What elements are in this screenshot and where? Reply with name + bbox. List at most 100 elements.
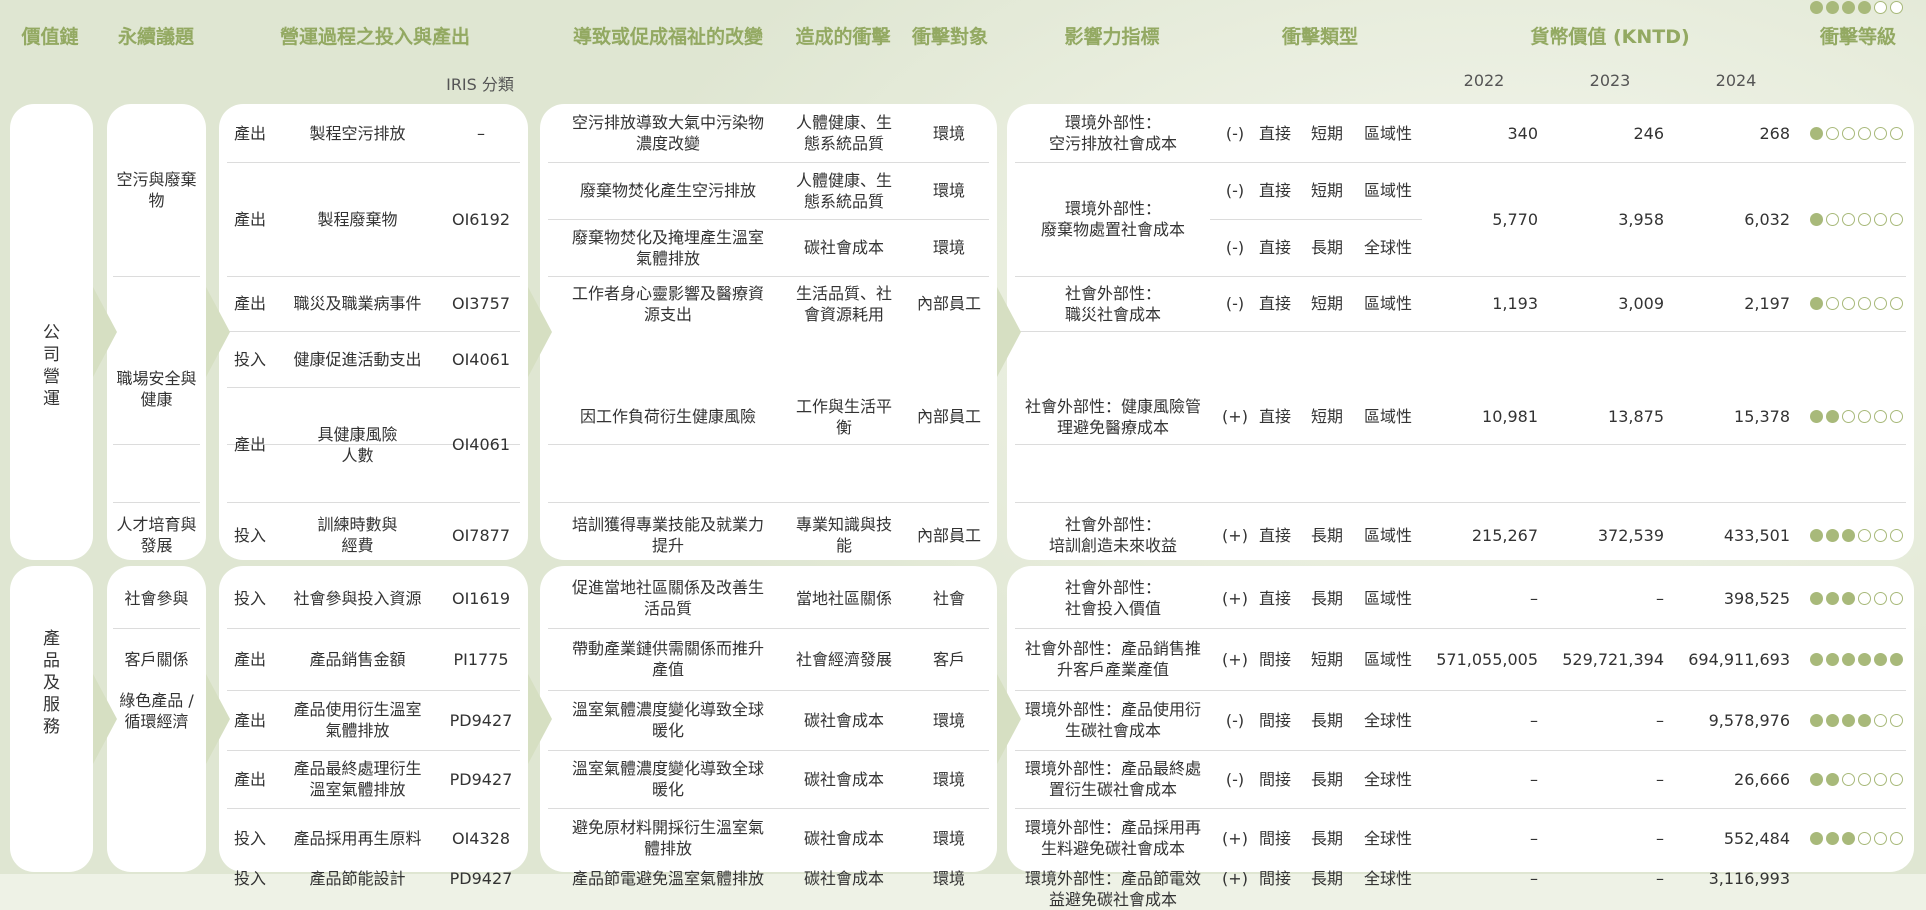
grade-dot-empty [1890, 713, 1903, 727]
impact-target: 內部員工 [916, 525, 981, 545]
impact-description: 專業知識與技 能 [795, 515, 892, 555]
grade-dot-filled [1826, 528, 1839, 542]
header-input-output: 營運過程之投入與產出 [279, 26, 470, 48]
impact-term: 長期 [1310, 769, 1343, 789]
value-2023: 372,539 [1597, 525, 1664, 545]
iris-code: OI4328 [451, 828, 511, 848]
grade-dot-empty [1842, 297, 1855, 310]
value-2024: 9,578,976 [1708, 710, 1790, 730]
grade-dot-filled [1810, 0, 1823, 14]
topic-label: 人才培育與 發展 [116, 515, 197, 555]
impact-term: 長期 [1310, 238, 1343, 257]
grade-dot-filled [1842, 528, 1855, 542]
impact-description: 碳社會成本 [803, 828, 884, 848]
impact-scope: 區域性 [1363, 649, 1412, 669]
grade-dot-empty [1874, 713, 1887, 727]
change-description: 溫室氣體濃度變化導致全球 暖化 [571, 700, 764, 740]
topic-label: 社會參與 [124, 588, 189, 608]
value-2024: 15,378 [1734, 407, 1790, 426]
io-type: 產出 [233, 710, 266, 730]
impact-scope: 全球性 [1363, 710, 1412, 730]
grade-dot-empty [1874, 212, 1887, 226]
impact-description: 碳社會成本 [803, 238, 884, 257]
impact-term: 短期 [1310, 123, 1343, 143]
grade-dot-filled [1842, 0, 1855, 14]
impact-indicator: 社會外部性： 職災社會成本 [1064, 283, 1161, 324]
impact-indicator: 環境外部性：產品節電效 益避免碳社會成本 [1024, 869, 1201, 909]
value-2023: 3,009 [1618, 294, 1664, 313]
grade-dot-filled [1810, 212, 1823, 226]
impact-indicator: 社會外部性： 培訓創造未來收益 [1048, 515, 1177, 555]
header-impact-type: 衝擊類型 [1281, 26, 1358, 48]
iris-code: OI6192 [451, 209, 511, 229]
impact-grade-rating [1810, 297, 1903, 311]
impact-term: 長期 [1310, 588, 1343, 608]
value-2023: 246 [1633, 123, 1664, 143]
impact-description: 碳社會成本 [803, 710, 884, 730]
value-2023: – [1656, 828, 1664, 848]
grade-dot-filled [1810, 126, 1823, 140]
grade-dot-empty [1874, 126, 1887, 140]
impact-indicator: 環境外部性：產品採用再 生料避免碳社會成本 [1024, 818, 1201, 858]
header-grade: 衝擊等級 [1819, 26, 1896, 48]
grade-dot-filled [1890, 652, 1903, 666]
impact-mode: 直接 [1258, 123, 1291, 143]
impact-scope: 區域性 [1363, 294, 1412, 313]
change-description: 空污排放導致大氣中污染物 濃度改變 [571, 113, 764, 153]
grade-dot-filled [1810, 652, 1823, 666]
impact-grade-rating [1810, 831, 1903, 845]
grade-dot-empty [1890, 772, 1903, 786]
impact-mode: 間接 [1258, 649, 1291, 669]
impact-scope: 全球性 [1363, 828, 1412, 848]
impact-mode: 直接 [1258, 181, 1291, 200]
io-item: 健康促進活動支出 [293, 349, 422, 369]
impact-grade-rating [1810, 126, 1903, 140]
impact-target: 環境 [932, 710, 965, 730]
grade-dot-empty [1874, 528, 1887, 542]
grade-dot-empty [1874, 772, 1887, 786]
grade-dot-empty [1874, 831, 1887, 845]
impact-term: 短期 [1310, 649, 1343, 669]
grade-dot-empty [1858, 126, 1871, 140]
value-2023: – [1656, 769, 1664, 789]
value-2023: 3,958 [1618, 209, 1664, 229]
io-type: 產出 [233, 769, 266, 789]
io-type: 投入 [233, 349, 266, 369]
impact-description: 當地社區關係 [795, 588, 892, 608]
value-chain-label: 產 品 及 服 務 [43, 629, 60, 737]
grade-dot-filled [1858, 713, 1871, 727]
impact-grade-rating [1810, 0, 1903, 14]
topic-label: 客戶關係 [124, 649, 189, 669]
grade-dot-empty [1890, 528, 1903, 542]
iris-code: OI4061 [451, 435, 511, 454]
iris-code: – [477, 123, 485, 143]
io-type: 產出 [233, 209, 266, 229]
io-item: 產品採用再生原料 [293, 828, 422, 848]
io-item: 訓練時數與 經費 [317, 515, 398, 555]
impact-grade-rating [1810, 528, 1903, 542]
header-year-2023: 2023 [1589, 71, 1631, 90]
grade-dot-empty [1826, 212, 1839, 226]
grade-dot-filled [1842, 652, 1855, 666]
impact-indicator: 社會外部性：健康風險管 理避免醫療成本 [1024, 396, 1201, 437]
value-2022: – [1530, 869, 1538, 888]
grade-dot-filled [1842, 713, 1855, 727]
change-description: 廢棄物焚化產生空污排放 [579, 181, 756, 200]
grade-dot-filled [1810, 410, 1823, 423]
io-item: 產品使用衍生溫室 氣體排放 [293, 700, 422, 740]
grade-dot-empty [1890, 126, 1903, 140]
iris-code: PD9427 [449, 769, 513, 789]
impact-scope: 區域性 [1363, 525, 1412, 545]
topic-label: 綠色產品 / 循環經濟 [119, 691, 194, 731]
io-type: 投入 [233, 828, 266, 848]
impact-mode: 間接 [1258, 869, 1291, 888]
value-2024: 268 [1759, 123, 1790, 143]
impact-target: 環境 [932, 181, 965, 200]
value-2022: 1,193 [1492, 294, 1538, 313]
impact-term: 長期 [1310, 828, 1343, 848]
iris-code: OI3757 [451, 294, 511, 313]
grade-dot-filled [1858, 652, 1871, 666]
io-type: 投入 [233, 588, 266, 608]
grade-dot-empty [1874, 410, 1887, 423]
impact-indicator: 環境外部性：產品最終處 置衍生碳社會成本 [1024, 759, 1201, 799]
